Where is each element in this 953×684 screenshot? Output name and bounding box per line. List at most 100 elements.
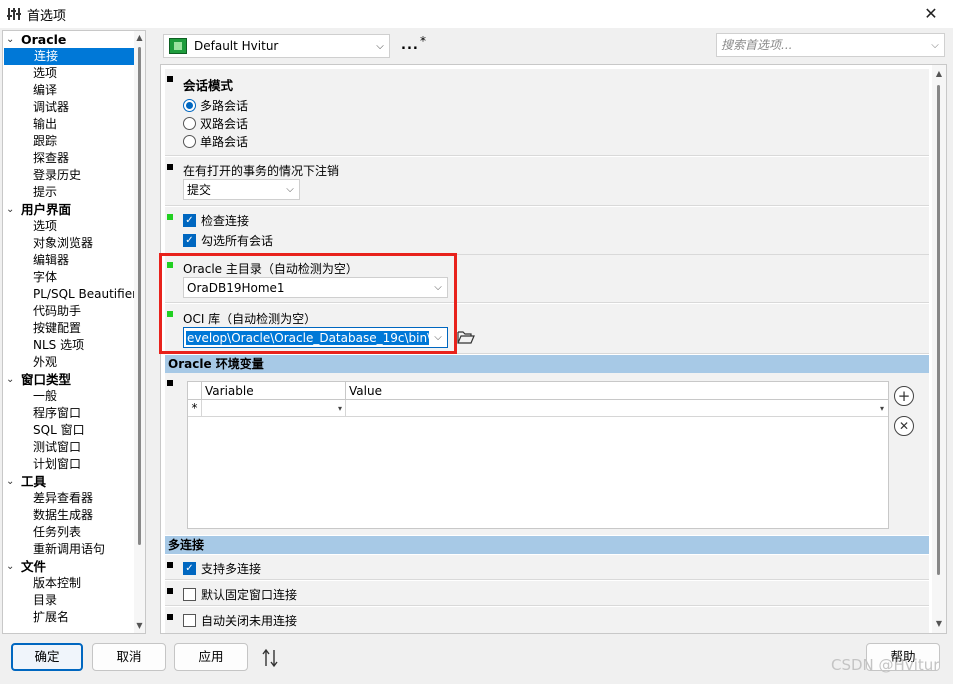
oracle-home-select[interactable]: OraDB19Home1 ⌵ xyxy=(183,277,448,298)
tree-item[interactable]: 计划窗口 xyxy=(3,456,135,473)
session-mode-option-label: 双路会话 xyxy=(200,116,249,131)
add-variable-icon[interactable]: + xyxy=(894,386,914,406)
tree-item[interactable]: NLS 选项 xyxy=(3,337,135,354)
tree-item[interactable]: 连接 xyxy=(4,48,135,65)
more-options-button[interactable]: ... xyxy=(401,38,419,53)
session-mode-option-label: 多路会话 xyxy=(200,98,249,113)
check-all-sessions-option[interactable]: ✓ 勾选所有会话 xyxy=(183,231,273,249)
scroll-down-icon[interactable]: ▼ xyxy=(134,620,145,632)
tree-item[interactable]: 扩展名 xyxy=(3,609,135,626)
tree-item[interactable]: 提示 xyxy=(3,184,135,201)
session-mode-option[interactable]: 多路会话 xyxy=(183,96,248,114)
scroll-thumb[interactable] xyxy=(937,85,940,575)
radio-button[interactable] xyxy=(183,134,196,148)
apply-button[interactable]: 应用 xyxy=(174,643,248,671)
scroll-thumb[interactable] xyxy=(138,47,141,545)
chevron-down-icon[interactable]: ⌄ xyxy=(6,31,14,48)
chevron-down-icon: ⌵ xyxy=(376,40,384,52)
tree-item[interactable]: 选项 xyxy=(3,65,135,82)
section-marker xyxy=(167,562,173,568)
tree-item[interactable]: 编辑器 xyxy=(3,252,135,269)
tree-item[interactable]: 测试窗口 xyxy=(3,439,135,456)
chevron-down-icon[interactable]: ⌵ xyxy=(926,40,944,51)
tree-item[interactable]: 差异查看器 xyxy=(3,490,135,507)
tree-item[interactable]: 数据生成器 xyxy=(3,507,135,524)
dropdown-arrow-icon[interactable]: ▾ xyxy=(338,400,342,417)
value-cell[interactable]: ▾ xyxy=(346,400,888,417)
cancel-button[interactable]: 取消 xyxy=(92,643,166,671)
tree-item[interactable]: 目录 xyxy=(3,592,135,609)
tree-item[interactable]: 重新调用语句 xyxy=(3,541,135,558)
section-marker xyxy=(167,76,173,82)
tree-item[interactable]: 对象浏览器 xyxy=(3,235,135,252)
tree-item[interactable]: 跟踪 xyxy=(3,133,135,150)
auto-close-option[interactable]: 自动关闭未用连接 xyxy=(183,611,297,629)
profile-cube-icon xyxy=(169,38,187,54)
search-box[interactable]: ⌵ xyxy=(716,33,945,57)
multi-connection-header: 多连接 xyxy=(165,536,929,554)
oci-library-select[interactable]: evelop\Oracle\Oracle_Database_19c\bin\oc… xyxy=(183,327,448,348)
tree-item[interactable]: SQL 窗口 xyxy=(3,422,135,439)
sort-arrows-icon[interactable] xyxy=(261,648,279,668)
folder-open-icon[interactable] xyxy=(457,330,475,345)
tree-item[interactable]: 任务列表 xyxy=(3,524,135,541)
profile-name: Default Hvitur xyxy=(194,39,279,53)
chevron-down-icon[interactable]: ⌄ xyxy=(6,371,14,388)
tree-item[interactable]: 代码助手 xyxy=(3,303,135,320)
tree-category[interactable]: ⌄ 用户界面 xyxy=(3,201,135,218)
check-connection-option[interactable]: ✓ 检查连接 xyxy=(183,211,249,229)
oci-library-value[interactable]: evelop\Oracle\Oracle_Database_19c\bin\oc… xyxy=(186,330,429,345)
chevron-down-icon[interactable]: ⌄ xyxy=(6,473,14,490)
tree-scrollbar[interactable]: ▲ ▼ xyxy=(134,31,145,633)
session-mode-option[interactable]: 双路会话 xyxy=(183,114,248,132)
tree-item[interactable]: PL/SQL Beautifier xyxy=(3,286,137,303)
radio-button[interactable] xyxy=(183,98,196,112)
new-row[interactable]: * ▾ ▾ xyxy=(188,400,888,417)
tree-item[interactable]: 选项 xyxy=(3,218,135,235)
settings-scrollbar[interactable]: ▲ ▼ xyxy=(932,65,946,633)
radio-button[interactable] xyxy=(183,116,196,130)
session-mode-radios: 多路会话双路会话 单路会话 xyxy=(183,96,248,150)
chevron-down-icon[interactable]: ⌄ xyxy=(6,558,14,575)
env-vars-grid[interactable]: Variable Value * ▾ ▾ xyxy=(187,381,889,529)
chevron-down-icon[interactable]: ⌄ xyxy=(6,201,14,218)
auto-close-checkbox[interactable] xyxy=(183,613,196,627)
tree-item[interactable]: 登录历史 xyxy=(3,167,135,184)
tree-item[interactable]: 调试器 xyxy=(3,99,135,116)
tree-item[interactable]: 外观 xyxy=(3,354,135,371)
tree-category[interactable]: ⌄ 文件 xyxy=(3,558,135,575)
multi-connection-option[interactable]: ✓ 支持多连接 xyxy=(183,559,261,577)
column-variable[interactable]: Variable xyxy=(202,382,346,400)
tree-item[interactable]: 探查器 xyxy=(3,150,135,167)
check-all-sessions-checkbox[interactable]: ✓ xyxy=(183,233,196,247)
scroll-down-icon[interactable]: ▼ xyxy=(932,617,946,631)
tree-item[interactable]: 编译 xyxy=(3,82,135,99)
tree-item[interactable]: 版本控制 xyxy=(3,575,135,592)
tree-category[interactable]: ⌄ 窗口类型 xyxy=(3,371,135,388)
tree-item[interactable]: 程序窗口 xyxy=(3,405,135,422)
column-value[interactable]: Value xyxy=(346,382,888,400)
remove-variable-icon[interactable]: ✕ xyxy=(894,416,914,436)
search-input[interactable] xyxy=(717,35,926,55)
tree-item[interactable]: 一般 xyxy=(3,388,135,405)
tree-content: ⌄ Oracle 连接 选项 编译 调试器 输出 跟踪 探查器 登录历史 提示 ⌄ 用户界面 选项 对象浏览… xyxy=(3,31,137,626)
ok-button[interactable]: 确定 xyxy=(11,643,83,671)
tree-category[interactable]: ⌄ Oracle xyxy=(3,31,135,48)
check-connection-checkbox[interactable]: ✓ xyxy=(183,213,196,227)
auto-close-label: 自动关闭未用连接 xyxy=(201,613,298,628)
logoff-select[interactable]: 提交 ⌵ xyxy=(183,179,300,200)
close-icon[interactable]: ✕ xyxy=(919,2,943,26)
scroll-up-icon[interactable]: ▲ xyxy=(932,67,946,81)
variable-cell[interactable]: ▾ xyxy=(202,400,346,417)
tree-category[interactable]: ⌄ 工具 xyxy=(3,473,135,490)
tree-item[interactable]: 按键配置 xyxy=(3,320,135,337)
scroll-up-icon[interactable]: ▲ xyxy=(134,32,145,44)
session-mode-option[interactable]: 单路会话 xyxy=(183,132,248,150)
tree-item[interactable]: 输出 xyxy=(3,116,135,133)
multi-connection-checkbox[interactable]: ✓ xyxy=(183,561,196,575)
fixed-window-checkbox[interactable] xyxy=(183,587,196,601)
fixed-window-option[interactable]: 默认固定窗口连接 xyxy=(183,585,297,603)
profile-select[interactable]: Default Hvitur ⌵ xyxy=(163,34,390,58)
tree-item[interactable]: 字体 xyxy=(3,269,135,286)
dropdown-arrow-icon[interactable]: ▾ xyxy=(880,400,884,417)
